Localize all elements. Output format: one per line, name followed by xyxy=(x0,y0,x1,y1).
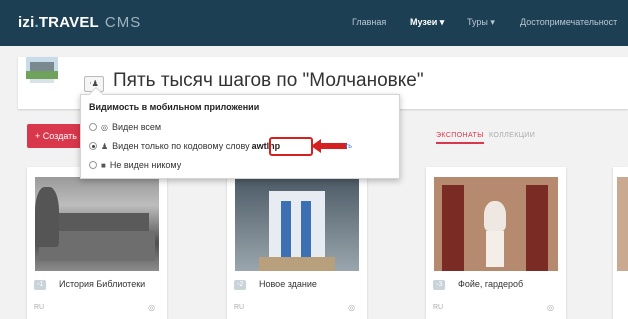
nav-tours[interactable]: Туры ▾ xyxy=(467,17,495,28)
exhibit-number: ◦1 xyxy=(34,280,47,290)
globe-icon: ◎ xyxy=(348,303,355,312)
exhibit-number: ◦2 xyxy=(234,280,247,290)
person-icon: ⋅♟ xyxy=(89,79,99,88)
exhibit-card[interactable]: ◦2 Новое здание RU ◎ xyxy=(227,167,367,319)
radio-button[interactable] xyxy=(89,142,97,150)
exhibit-photo xyxy=(35,177,159,271)
globe-icon: ◎ xyxy=(547,303,554,312)
exhibit-name: Фойе, гардероб xyxy=(458,279,524,289)
codeword-highlight-box xyxy=(269,137,313,156)
photo-pedestal xyxy=(486,231,504,267)
photo-base xyxy=(259,257,335,271)
option-label: Виден всем xyxy=(111,122,162,132)
tab-collections[interactable]: КОЛЛЕКЦИИ xyxy=(489,132,535,139)
photo-stripe xyxy=(301,201,311,259)
create-button[interactable]: + Создать xyxy=(27,124,87,148)
nav-home[interactable]: Главная xyxy=(352,17,386,27)
exhibit-number-value: 2 xyxy=(239,281,244,288)
highlight-arrow-icon xyxy=(311,139,347,153)
tour-thumbnail xyxy=(26,57,58,85)
exhibit-photo xyxy=(434,177,558,271)
partial-link-text: ть xyxy=(345,143,352,150)
option-label: Виден только по кодовому слову xyxy=(112,141,250,151)
visibility-option-codeword[interactable]: ♟ Виден только по кодовому слову awtlnp xyxy=(89,139,280,153)
brand-logo[interactable]: izi.TRAVEL CMS xyxy=(18,14,141,31)
visibility-option-public[interactable]: ◎ Виден всем xyxy=(89,120,161,134)
brand-travel: TRAVEL xyxy=(38,14,99,31)
photo-bust xyxy=(484,201,506,231)
exhibit-lang: RU xyxy=(433,304,444,311)
thumb-caption xyxy=(30,79,54,83)
exhibit-number: ◦3 xyxy=(433,280,446,290)
visibility-option-hidden[interactable]: ■ Не виден никому xyxy=(89,158,181,172)
exhibit-name: История Библиотеки xyxy=(59,279,146,289)
thumb-grass xyxy=(26,71,58,79)
exhibit-photo xyxy=(235,177,359,271)
exhibit-card-partial[interactable] xyxy=(613,167,628,319)
radio-button[interactable] xyxy=(89,161,97,169)
top-navbar: izi.TRAVEL CMS Главная Музеи ▾ Туры ▾ Дос… xyxy=(0,0,628,46)
photo-stripe xyxy=(281,201,291,259)
radio-button[interactable] xyxy=(89,123,97,131)
page-title: Пять тысяч шагов по "Молчановке" xyxy=(113,70,424,91)
option-label: Не виден никому xyxy=(109,160,182,170)
tab-exhibits[interactable]: ЭКСПОНАТЫ xyxy=(436,132,484,144)
partial-photo xyxy=(617,177,628,271)
nav-sights[interactable]: Достопримечательност xyxy=(520,17,617,27)
popup-title: Видимость в мобильном приложении xyxy=(89,102,260,112)
photo-tree xyxy=(35,187,59,247)
exhibit-lang: RU xyxy=(234,304,245,311)
photo-door xyxy=(442,185,464,271)
exhibit-card[interactable]: ◦1 История Библиотеки RU ◎ xyxy=(27,167,167,319)
brand-izi: izi xyxy=(18,14,35,31)
visibility-popup: Видимость в мобильном приложении ◎ Виден… xyxy=(80,86,400,179)
nav-museums[interactable]: Музеи ▾ xyxy=(410,17,444,28)
exhibit-number-value: 3 xyxy=(438,281,443,288)
photo-door xyxy=(526,185,548,271)
exhibit-card[interactable]: ◦3 Фойе, гардероб RU ◎ xyxy=(426,167,566,319)
person-icon: ♟ xyxy=(101,141,109,151)
photo-model xyxy=(269,191,325,261)
lock-icon: ■ xyxy=(101,160,106,170)
exhibit-number-value: 1 xyxy=(39,281,44,288)
brand-cms: CMS xyxy=(104,14,142,31)
globe-icon: ◎ xyxy=(101,122,108,132)
globe-icon: ◎ xyxy=(148,303,155,312)
exhibit-lang: RU xyxy=(34,304,45,311)
exhibit-name: Новое здание xyxy=(259,279,317,289)
